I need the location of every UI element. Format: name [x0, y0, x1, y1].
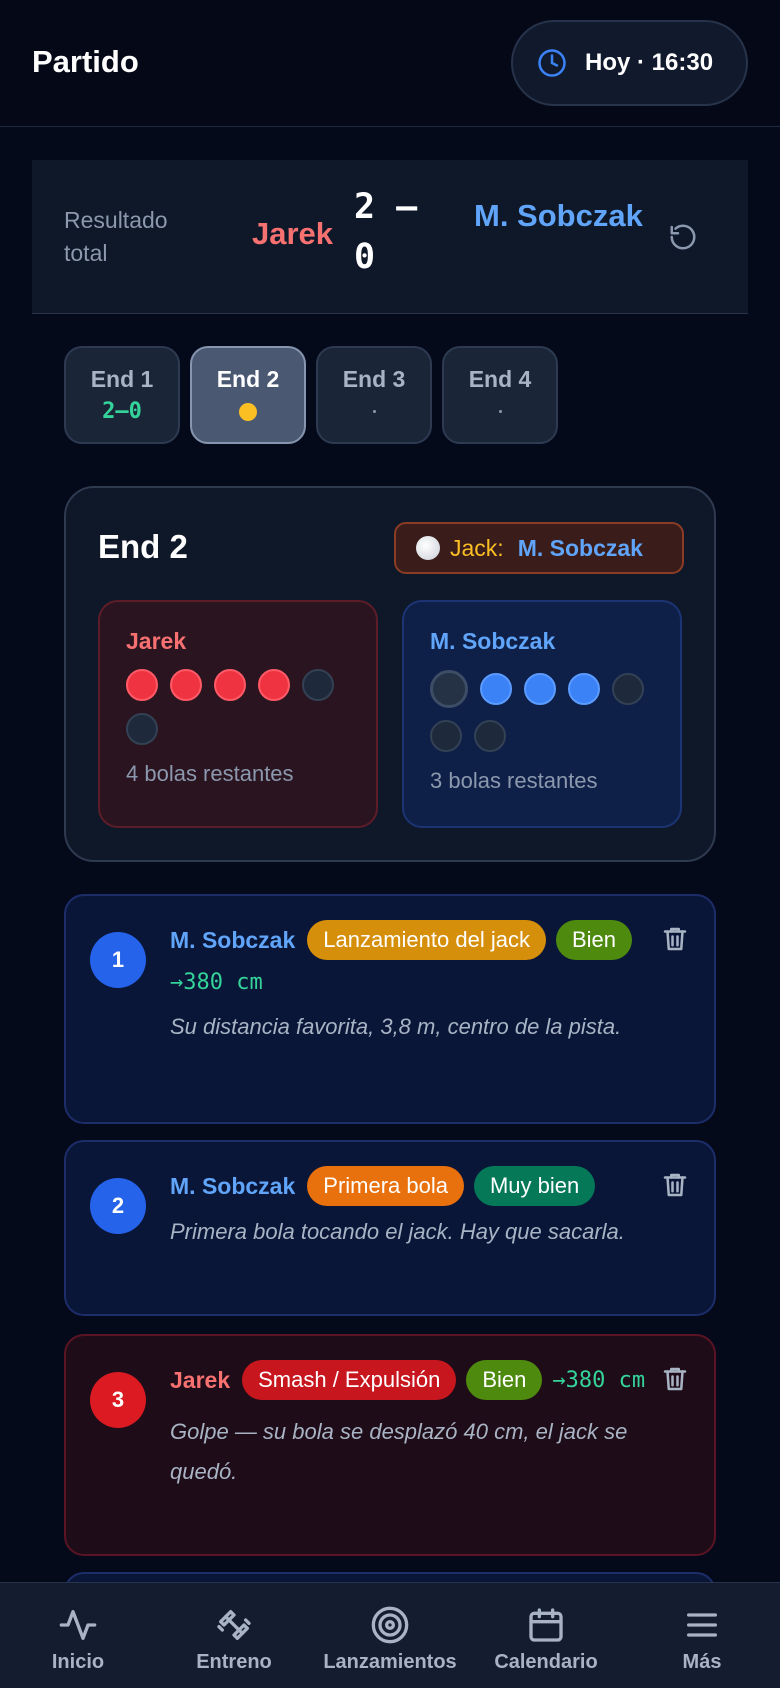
player-a-card-name: Jarek — [126, 628, 187, 654]
pending-dot-icon — [372, 410, 376, 413]
delete-event-icon[interactable] — [660, 1364, 690, 1394]
event-number: 3 — [90, 1372, 146, 1428]
event-player: M. Sobczak — [170, 1172, 296, 1199]
tab-end-1[interactable]: End 1 2–0 — [64, 346, 180, 444]
clock-icon — [538, 49, 566, 77]
ball-used-icon — [126, 713, 158, 745]
nav-item-entreno[interactable]: Entreno — [156, 1583, 312, 1688]
throw-event[interactable]: 3 Jarek Smash / Expulsión Bien →380 cm G… — [64, 1334, 716, 1556]
end-title: End 2 — [98, 528, 188, 565]
menu-icon — [687, 1613, 717, 1637]
event-note: Su distancia favorita, 3,8 m, centro de … — [170, 1014, 622, 1039]
tab-end-4[interactable]: End 4 — [442, 346, 558, 444]
event-number: 1 — [90, 932, 146, 988]
calendar-icon — [529, 1608, 563, 1642]
jack-badge: Jack: M. Sobczak — [394, 522, 684, 574]
tab-end-2-status — [239, 399, 257, 425]
nav-item-calendario[interactable]: Calendario — [468, 1583, 624, 1688]
bottom-nav: Inicio Entreno Lanzamientos Calendario M… — [0, 1582, 780, 1688]
nav-label: Entreno — [196, 1651, 272, 1673]
tab-end-4-label: End 4 — [468, 365, 532, 392]
throw-event[interactable]: 1 M. Sobczak Lanzamiento del jack Bien →… — [64, 894, 716, 1124]
reset-icon — [670, 224, 696, 250]
player-a-remaining: 4 bolas restantes — [126, 761, 294, 786]
match-time: Hoy · 16:30 — [585, 49, 714, 76]
nav-label: Más — [682, 1651, 722, 1673]
ball-jack-position-icon — [430, 670, 468, 708]
reset-score-button[interactable] — [664, 218, 702, 256]
ball-used-icon — [302, 669, 334, 701]
event-player: M. Sobczak — [170, 926, 296, 953]
tab-end-3[interactable]: End 3 — [316, 346, 432, 444]
dumbbell-icon — [217, 1610, 251, 1640]
nav-item-mas[interactable]: Más — [624, 1583, 780, 1688]
event-type-badge: Smash / Expulsión — [242, 1360, 457, 1400]
page-title: Partido — [32, 44, 139, 79]
event-rating-badge: Muy bien — [473, 1166, 596, 1206]
event-type-badge: Primera bola — [307, 1166, 464, 1206]
tab-end-2-label: End 2 — [216, 365, 280, 392]
player-b-balls-card: M. Sobczak 3 bolas restantes — [402, 600, 682, 828]
total-score-label: Resultado total — [64, 207, 168, 266]
active-dot-icon — [239, 402, 257, 421]
player-a-balls — [126, 669, 356, 745]
total-score-bar: Resultado total Jarek 2 —0 M. Sobczak — [32, 160, 748, 314]
player-b-card-name: M. Sobczak — [430, 628, 556, 654]
player-b-balls — [430, 670, 660, 752]
nav-label: Calendario — [494, 1651, 598, 1673]
delete-event-icon[interactable] — [660, 1170, 690, 1200]
jack-label: Jack: — [450, 534, 504, 561]
ball-used-icon — [612, 673, 644, 705]
nav-item-lanzamientos[interactable]: Lanzamientos — [312, 1583, 468, 1688]
tab-end-1-score: 2–0 — [102, 399, 142, 424]
event-note: Golpe — su bola se desplazó 40 cm, el ja… — [170, 1419, 628, 1484]
delete-event-icon[interactable] — [660, 924, 690, 954]
throw-event[interactable]: 2 M. Sobczak Primera bola Muy bien Prime… — [64, 1140, 716, 1316]
event-type-badge: Lanzamiento del jack — [307, 920, 546, 960]
ball-remaining-icon — [568, 673, 600, 705]
ball-remaining-icon — [258, 669, 290, 701]
player-b-name: M. Sobczak — [474, 198, 643, 233]
current-end-panel: End 2 Jack: M. Sobczak Jarek 4 bolas res… — [64, 486, 716, 862]
match-time-button[interactable]: Hoy · 16:30 — [511, 20, 748, 106]
nav-item-inicio[interactable]: Inicio — [0, 1583, 156, 1688]
player-b-remaining: 3 bolas restantes — [430, 768, 598, 793]
ball-remaining-icon — [214, 669, 246, 701]
nav-label: Lanzamientos — [323, 1651, 457, 1673]
event-player: Jarek — [170, 1366, 231, 1393]
ball-remaining-icon — [480, 673, 512, 705]
activity-icon — [59, 1610, 97, 1640]
top-header: Partido Hoy · 16:30 — [0, 0, 780, 127]
event-distance: →380 cm — [170, 970, 263, 995]
event-distance: →380 cm — [552, 1367, 646, 1393]
target-icon — [371, 1606, 409, 1644]
tab-end-3-label: End 3 — [342, 365, 406, 392]
tab-end-2[interactable]: End 2 — [190, 346, 306, 444]
ball-used-icon — [474, 720, 506, 752]
event-number: 2 — [90, 1178, 146, 1234]
pending-dot-icon — [498, 410, 502, 413]
tab-end-3-status — [372, 399, 376, 425]
total-score-value: 2 —0 — [354, 187, 418, 277]
end-tabs: End 1 2–0 End 2 End 3 End 4 — [64, 346, 558, 444]
ball-remaining-icon — [524, 673, 556, 705]
ball-remaining-icon — [126, 669, 158, 701]
event-rating-badge: Bien — [555, 920, 632, 960]
ball-used-icon — [430, 720, 462, 752]
tab-end-1-label: End 1 — [90, 365, 154, 392]
tab-end-4-status — [498, 399, 502, 425]
ball-remaining-icon — [170, 669, 202, 701]
event-rating-badge: Bien — [466, 1360, 543, 1400]
nav-label: Inicio — [51, 1651, 105, 1673]
jack-ball-icon — [416, 536, 440, 560]
player-a-balls-card: Jarek 4 bolas restantes — [98, 600, 378, 828]
jack-player: M. Sobczak — [517, 534, 643, 561]
player-a-name: Jarek — [252, 216, 334, 251]
event-note: Primera bola tocando el jack. Hay que sa… — [170, 1219, 625, 1244]
